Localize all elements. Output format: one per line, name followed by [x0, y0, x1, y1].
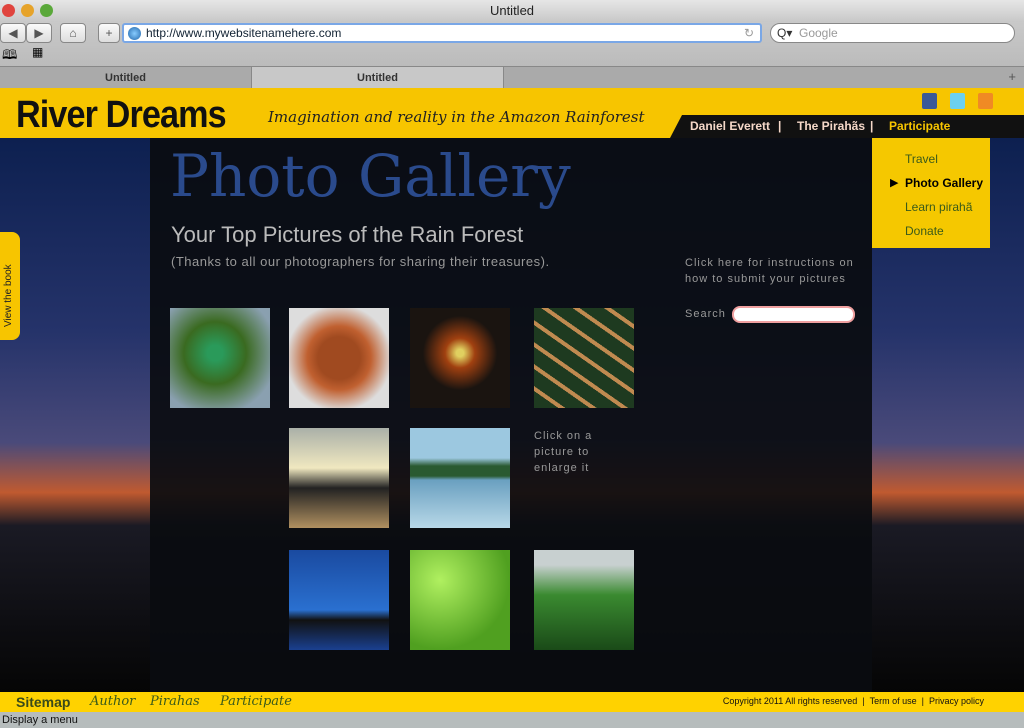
page-title: Photo Gallery — [170, 142, 571, 210]
url-text: http://www.mywebsitenamehere.com — [146, 26, 342, 40]
copyright: Copyright 2011 All rights reserved — [722, 696, 858, 706]
nav-daniel-everett[interactable]: Daniel Everett — [690, 119, 770, 133]
view-the-book-tab[interactable]: View the book — [0, 232, 20, 340]
site-logo[interactable]: River Dreams — [16, 94, 227, 137]
menu-item-learn-piraha[interactable]: Learn pirahã — [905, 200, 972, 214]
menu-item-travel[interactable]: Travel — [905, 152, 938, 166]
search-field[interactable]: Q▾ Google — [770, 23, 1015, 43]
privacy-link[interactable]: Privacy policy — [929, 696, 984, 706]
home-button[interactable]: ⌂ — [60, 23, 86, 43]
minimize-button[interactable] — [21, 4, 34, 17]
site-footer: Sitemap Author Pirahas Participate Copyr… — [0, 692, 1024, 712]
back-button[interactable]: ◀ — [0, 23, 26, 43]
rss-icon[interactable] — [978, 93, 993, 109]
nav-sep: | — [778, 119, 782, 133]
photo-fire[interactable] — [410, 308, 510, 408]
menu-item-donate[interactable]: Donate — [905, 224, 944, 238]
bookmarks-icon[interactable]: 🕮 — [2, 46, 17, 68]
reload-icon[interactable]: ↻ — [744, 25, 754, 41]
search-placeholder: Google — [799, 26, 838, 40]
participate-dropdown: Travel ▶ Photo Gallery Learn pirahã Dona… — [872, 138, 990, 248]
enlarge-hint: Click on a picture to enlarge it — [534, 430, 593, 474]
search-label: Search — [685, 308, 726, 320]
status-bar: Display a menu — [0, 712, 1024, 728]
view-book-label: View the book — [3, 264, 14, 327]
tab-bar: Untitled Untitled + — [0, 66, 1024, 89]
photo-snake[interactable] — [289, 308, 389, 408]
photo-leaf-drops[interactable] — [410, 550, 510, 650]
facebook-icon[interactable] — [922, 93, 937, 109]
photo-hummingbird[interactable] — [170, 308, 270, 408]
gallery-search-input[interactable] — [732, 306, 855, 323]
photo-sunset-lake[interactable] — [289, 428, 389, 528]
tab-2-active[interactable]: Untitled — [252, 67, 504, 89]
nav-participate[interactable]: Participate — [889, 119, 950, 133]
window-controls — [2, 4, 53, 17]
nav-sep: | — [870, 119, 874, 133]
window-title: Untitled — [489, 3, 535, 18]
twitter-icon[interactable] — [950, 93, 965, 109]
footer-participate[interactable]: Participate — [220, 694, 292, 709]
forward-button[interactable]: ▶ — [26, 23, 52, 43]
tagline: Imagination and reality in the Amazon Ra… — [268, 108, 645, 126]
photo-river-aerial[interactable] — [534, 308, 634, 408]
close-button[interactable] — [2, 4, 15, 17]
footer-author[interactable]: Author — [90, 694, 135, 709]
photo-river-forest[interactable] — [410, 428, 510, 528]
nav-the-pirahas[interactable]: The Pirahãs — [797, 119, 865, 133]
photo-jungle[interactable] — [534, 550, 634, 650]
site-header: River Dreams Imagination and reality in … — [0, 88, 1024, 138]
submit-instructions-link[interactable]: Click here for instructions on how to su… — [685, 255, 860, 287]
add-bookmark-button[interactable]: + — [98, 23, 120, 43]
footer-pirahas[interactable]: Pirahas — [150, 694, 200, 709]
globe-icon — [128, 27, 141, 40]
terms-link[interactable]: Term of use — [870, 696, 917, 706]
url-bar[interactable]: http://www.mywebsitenamehere.com ↻ — [122, 23, 762, 43]
active-arrow-icon: ▶ — [890, 177, 899, 189]
menu-item-photo-gallery[interactable]: Photo Gallery — [905, 176, 983, 190]
page-subtitle: Your Top Pictures of the Rain Forest — [171, 222, 524, 247]
photo-night-lake[interactable] — [289, 550, 389, 650]
thanks-text: (Thanks to all our photographers for sha… — [171, 254, 550, 269]
sep: | — [921, 696, 924, 706]
search-icon: Q▾ — [777, 26, 793, 40]
sep: | — [862, 696, 865, 706]
new-tab-button[interactable]: + — [1008, 69, 1016, 84]
zoom-button[interactable] — [40, 4, 53, 17]
footer-sitemap[interactable]: Sitemap — [16, 694, 70, 710]
tab-1[interactable]: Untitled — [0, 67, 252, 89]
footer-legal: Copyright 2011 All rights reserved | Term… — [723, 696, 984, 706]
window-titlebar: Untitled — [0, 0, 1024, 22]
top-sites-icon[interactable]: ▦ — [32, 45, 43, 59]
